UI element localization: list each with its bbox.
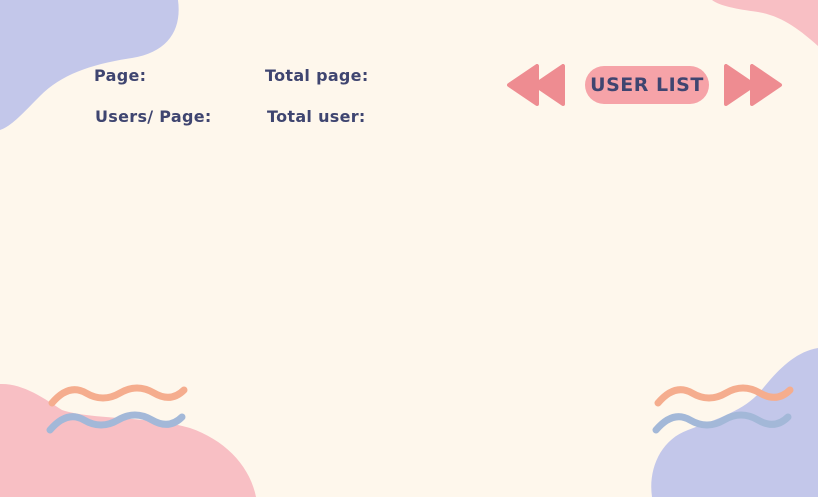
bottom-left-blob: [0, 383, 256, 497]
double-chevron-right-icon: [724, 64, 782, 106]
total-user-label: Total user:: [267, 107, 366, 126]
page-title: USER LIST: [585, 66, 709, 104]
page-label: Page:: [94, 66, 147, 85]
wave-orange-left: [48, 384, 188, 407]
double-chevron-left-icon: [507, 64, 565, 106]
total-page-label: Total page:: [265, 66, 369, 85]
bottom-right-blob: [651, 348, 818, 497]
top-right-blob: [712, 0, 818, 46]
previous-page-button[interactable]: [507, 64, 567, 106]
next-page-button[interactable]: [724, 64, 784, 106]
users-per-page-label: Users/ Page:: [95, 107, 212, 126]
